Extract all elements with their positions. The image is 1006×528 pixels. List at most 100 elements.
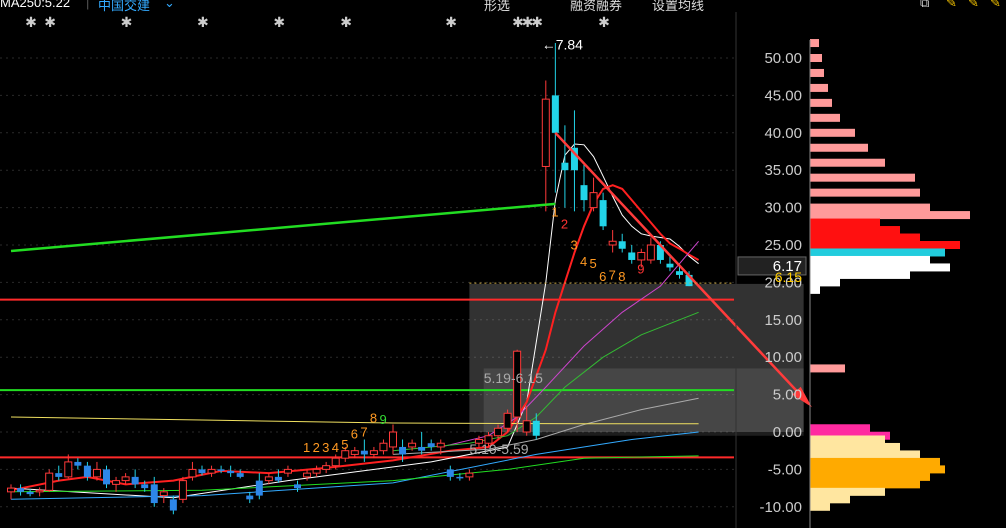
candle-48 bbox=[465, 469, 474, 481]
y-tick-label-11: -5.00 bbox=[768, 461, 802, 478]
candle-body bbox=[303, 472, 312, 478]
count-label-16: 8 bbox=[618, 269, 625, 284]
candle-body bbox=[141, 484, 149, 489]
count-label-8: 9 bbox=[379, 412, 386, 427]
candle-body bbox=[350, 450, 359, 455]
candle-40 bbox=[389, 424, 397, 455]
candle-body bbox=[561, 162, 569, 171]
candle-body bbox=[608, 240, 617, 246]
price-annotation-2: 5.10-5.59 bbox=[469, 441, 528, 457]
candle-body bbox=[103, 469, 110, 485]
candle-body bbox=[532, 420, 540, 436]
y-tick-label-0: 50.00 bbox=[764, 50, 802, 67]
candle-body bbox=[427, 443, 435, 447]
candle-5 bbox=[55, 465, 63, 481]
candle-body bbox=[465, 472, 474, 478]
count-label-4: 5 bbox=[341, 437, 348, 452]
price-annotation-1: 5.19-6.15 bbox=[484, 370, 543, 386]
count-label-17: 9 bbox=[637, 261, 644, 276]
count-label-2: 3 bbox=[322, 440, 329, 455]
candle-1 bbox=[17, 484, 25, 496]
volume-profile-bar-5 bbox=[810, 113, 840, 122]
event-marker-4: ✱ bbox=[273, 14, 285, 30]
candle-31 bbox=[303, 469, 312, 481]
candle-0 bbox=[7, 484, 15, 500]
event-marker-9: ✱ bbox=[531, 14, 543, 30]
candle-body bbox=[676, 271, 683, 275]
candle-body bbox=[379, 442, 388, 452]
moving-average-7 bbox=[10, 455, 699, 493]
candlestick-chart[interactable]: ✱ ✱ ✱ ✱ ✱ ✱ ✱ ✱✱✱ ✱1 2 3 4 56 78 91234 56 7 8 9←7.845.19-6… bbox=[0, 0, 1006, 528]
candle-body bbox=[131, 476, 139, 485]
candle-body bbox=[255, 480, 263, 496]
count-label-11: 3 bbox=[570, 237, 577, 252]
y-tick-label-8: 10.00 bbox=[764, 349, 802, 366]
y-tick-label-3: 35.00 bbox=[764, 162, 802, 179]
candle-30 bbox=[294, 480, 301, 492]
candle-body bbox=[456, 476, 464, 479]
candle-12 bbox=[121, 473, 130, 485]
count-label-12: 4 bbox=[580, 254, 587, 269]
volume-profile-bar-3 bbox=[810, 83, 828, 92]
candle-25 bbox=[246, 491, 254, 504]
event-marker-10: ✱ bbox=[598, 14, 610, 30]
count-label-1: 2 bbox=[313, 440, 320, 455]
candle-58 bbox=[561, 125, 569, 208]
candle-59 bbox=[570, 110, 578, 212]
count-label-9: 1 bbox=[551, 205, 558, 220]
volume-profile-bar-6 bbox=[810, 128, 855, 137]
candle-39 bbox=[379, 439, 388, 455]
y-tick-label-7: 15.00 bbox=[764, 312, 802, 329]
candle-4 bbox=[45, 469, 54, 492]
candle-body bbox=[322, 465, 331, 470]
candle-17 bbox=[169, 495, 177, 515]
candle-37 bbox=[360, 439, 368, 462]
candle-2 bbox=[26, 488, 34, 497]
candle-44 bbox=[427, 439, 435, 451]
candle-body bbox=[331, 457, 340, 467]
volume-profile-bar-26 bbox=[810, 435, 885, 444]
candle-body bbox=[312, 468, 321, 474]
candle-body bbox=[264, 476, 273, 482]
candle-body bbox=[83, 465, 91, 477]
candle-body bbox=[121, 476, 130, 482]
candle-body bbox=[369, 450, 378, 455]
event-marker-2: ✱ bbox=[121, 14, 133, 30]
candle-56 bbox=[541, 80, 550, 212]
candle-body bbox=[64, 461, 73, 478]
candle-body bbox=[178, 480, 187, 500]
candle-body bbox=[227, 470, 235, 474]
count-label-3: 4 bbox=[332, 440, 339, 455]
candle-body bbox=[92, 468, 101, 478]
volume-profile-bar-12 bbox=[810, 211, 970, 220]
candle-61 bbox=[589, 177, 598, 212]
volume-profile-bar-30 bbox=[810, 465, 945, 474]
volume-profile-bar-7 bbox=[810, 143, 868, 152]
volume-profile-bar-27 bbox=[810, 442, 900, 451]
volume-profile-bar-0 bbox=[810, 39, 819, 48]
candle-body bbox=[599, 200, 607, 227]
volume-profile-bar-33 bbox=[810, 487, 885, 496]
candle-body bbox=[246, 495, 254, 500]
event-marker-3: ✱ bbox=[197, 14, 209, 30]
candle-body bbox=[408, 442, 417, 448]
count-label-13: 5 bbox=[590, 256, 597, 271]
count-label-6: 7 bbox=[360, 424, 367, 439]
candle-body bbox=[112, 480, 121, 485]
volume-profile-bar-2 bbox=[810, 68, 824, 77]
volume-profile-bar-13 bbox=[810, 218, 880, 227]
candle-body bbox=[150, 484, 158, 504]
candle-body bbox=[35, 489, 44, 493]
candle-52 bbox=[503, 409, 512, 432]
candle-body bbox=[494, 427, 503, 437]
volume-profile-bar-19 bbox=[810, 263, 950, 272]
candle-64 bbox=[618, 233, 626, 253]
candle-46 bbox=[446, 465, 454, 481]
candle-body bbox=[55, 473, 63, 477]
volume-profile-bar-35 bbox=[810, 502, 830, 511]
y-tick-label-1: 45.00 bbox=[764, 87, 802, 104]
candle-body bbox=[7, 487, 15, 493]
candle-43 bbox=[418, 432, 426, 455]
y-tick-label-10: 0.00 bbox=[773, 424, 802, 441]
candle-65 bbox=[628, 245, 636, 264]
